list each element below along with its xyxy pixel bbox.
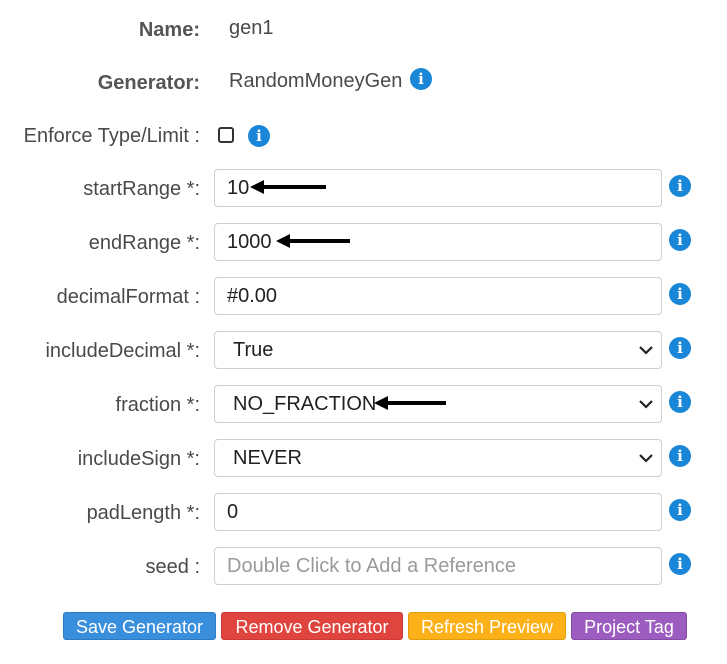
seed-row: seed : i	[0, 547, 727, 587]
info-icon[interactable]: i	[248, 125, 270, 147]
decimal-format-input[interactable]	[215, 278, 661, 314]
include-sign-select[interactable]: NEVER	[214, 439, 662, 477]
seed-input[interactable]	[215, 548, 661, 584]
include-decimal-label: includeDecimal *:	[45, 340, 200, 362]
enforce-checkbox[interactable]	[218, 127, 234, 143]
info-icon[interactable]: i	[669, 391, 691, 413]
save-generator-button[interactable]: Save Generator	[63, 612, 216, 640]
decimal-format-row: decimalFormat : i	[0, 277, 727, 317]
fraction-row: fraction *: NO_FRACTION i	[0, 385, 727, 425]
name-row: Name: gen1	[0, 10, 727, 50]
info-icon[interactable]: i	[669, 175, 691, 197]
pad-length-row: padLength *: i	[0, 493, 727, 533]
fraction-value: NO_FRACTION	[233, 393, 377, 415]
start-range-label: startRange *:	[83, 178, 200, 200]
info-icon[interactable]: i	[669, 337, 691, 359]
seed-field[interactable]	[214, 547, 662, 585]
end-range-row: endRange *: i	[0, 223, 727, 263]
enforce-label: Enforce Type/Limit :	[23, 125, 200, 147]
include-decimal-value: True	[233, 339, 274, 361]
pad-length-field[interactable]	[214, 493, 662, 531]
include-decimal-row: includeDecimal *: True i	[0, 331, 727, 371]
chevron-down-icon	[639, 346, 653, 355]
arrow-left-icon	[276, 234, 350, 248]
info-icon[interactable]: i	[669, 283, 691, 305]
end-range-label: endRange *:	[88, 232, 200, 254]
enforce-row: Enforce Type/Limit : i	[0, 116, 727, 156]
arrow-left-icon	[374, 396, 446, 410]
info-icon[interactable]: i	[669, 553, 691, 575]
generator-value: RandomMoneyGen	[229, 70, 403, 92]
decimal-format-field[interactable]	[214, 277, 662, 315]
name-value: gen1	[229, 17, 274, 39]
arrow-left-icon	[250, 180, 326, 194]
project-tag-button[interactable]: Project Tag	[571, 612, 687, 640]
name-label: Name:	[138, 19, 200, 41]
seed-label: seed :	[145, 556, 200, 578]
start-range-row: startRange *: i	[0, 169, 727, 209]
pad-length-input[interactable]	[215, 494, 661, 530]
include-sign-label: includeSign *:	[77, 448, 200, 470]
info-icon[interactable]: i	[669, 499, 691, 521]
chevron-down-icon	[639, 454, 653, 463]
info-icon[interactable]: i	[410, 68, 432, 90]
decimal-format-label: decimalFormat :	[56, 286, 200, 308]
remove-generator-button[interactable]: Remove Generator	[221, 612, 403, 640]
generator-label: Generator:	[97, 72, 200, 94]
generator-form: Name: gen1 Generator: RandomMoneyGen i E…	[0, 0, 727, 664]
include-sign-row: includeSign *: NEVER i	[0, 439, 727, 479]
generator-row: Generator: RandomMoneyGen i	[0, 63, 727, 103]
include-sign-value: NEVER	[233, 447, 302, 469]
info-icon[interactable]: i	[669, 229, 691, 251]
info-icon[interactable]: i	[669, 445, 691, 467]
fraction-label: fraction *:	[115, 394, 200, 416]
refresh-preview-button[interactable]: Refresh Preview	[408, 612, 566, 640]
chevron-down-icon	[639, 400, 653, 409]
pad-length-label: padLength *:	[86, 502, 200, 524]
include-decimal-select[interactable]: True	[214, 331, 662, 369]
